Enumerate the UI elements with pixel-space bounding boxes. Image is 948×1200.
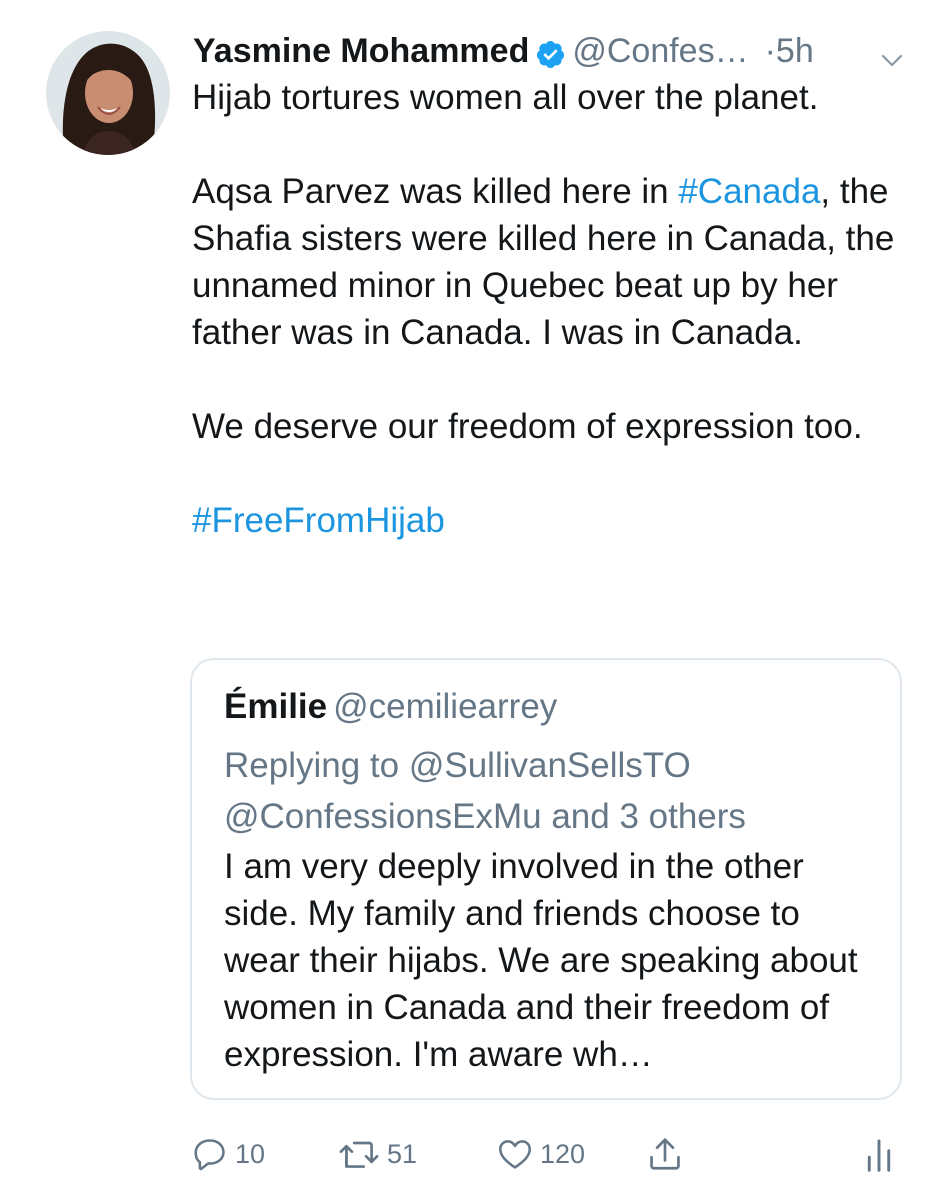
tweet-text: Hijab tortures women all over the planet… (192, 74, 912, 544)
reply-count: 10 (235, 1138, 266, 1169)
tweet-text-segment: Aqsa Parvez was killed here in (192, 172, 679, 211)
reply-icon (191, 1135, 229, 1173)
replying-to-user-2: @ConfessionsExMu (224, 797, 542, 836)
chevron-down-icon[interactable] (879, 37, 905, 67)
quoted-author-name: Émilie (224, 687, 328, 726)
quoted-tweet-card[interactable]: Émilie @cemiliearrey Replying to @Sulliva… (190, 658, 902, 1100)
retweet-count: 51 (387, 1138, 418, 1169)
replying-to-suffix: and 3 others (541, 797, 746, 836)
tweet-action-bar: 10 51 120 (0, 1120, 948, 1186)
share-icon (646, 1134, 684, 1174)
analytics-button[interactable] (866, 1132, 892, 1176)
replying-to-text: Replying to @SullivanSellsTO @Confessions… (224, 740, 884, 842)
tweet-paragraph-2: Aqsa Parvez was killed here in #Canada, … (192, 168, 912, 356)
quoted-author-handle: @cemiliearrey (333, 687, 558, 726)
like-count: 120 (540, 1138, 586, 1169)
hashtag-freefromhijab-link[interactable]: #FreeFromHijab (192, 501, 445, 540)
author-handle[interactable]: @Confes… (572, 32, 748, 70)
hashtag-canada-link[interactable]: #Canada (678, 172, 820, 211)
quoted-tweet-header: Émilie @cemiliearrey (224, 682, 557, 732)
tweet-paragraph-3: We deserve our freedom of expression too… (192, 407, 863, 446)
like-button[interactable]: 120 (496, 1132, 585, 1176)
reply-button[interactable]: 10 (191, 1132, 265, 1176)
share-button[interactable] (646, 1132, 684, 1176)
replying-to-prefix: Replying to (224, 746, 409, 785)
tweet-line-1: Hijab tortures women all over the planet… (192, 78, 819, 117)
heart-icon (496, 1135, 534, 1173)
verified-badge-icon (535, 34, 566, 68)
replying-to-user-1: @SullivanSellsTO (408, 746, 691, 785)
tweet-header: Yasmine Mohammed @Confes… ·5h (193, 24, 933, 74)
retweet-icon (337, 1135, 381, 1173)
author-avatar[interactable] (46, 31, 170, 155)
tweet-timestamp[interactable]: 5h (776, 32, 814, 70)
avatar-photo (46, 31, 170, 155)
author-name[interactable]: Yasmine Mohammed (193, 32, 529, 70)
quoted-tweet-body: I am very deeply involved in the other s… (224, 847, 858, 1074)
retweet-button[interactable]: 51 (337, 1132, 417, 1176)
separator-dot: · (764, 32, 776, 71)
analytics-icon (866, 1134, 892, 1174)
